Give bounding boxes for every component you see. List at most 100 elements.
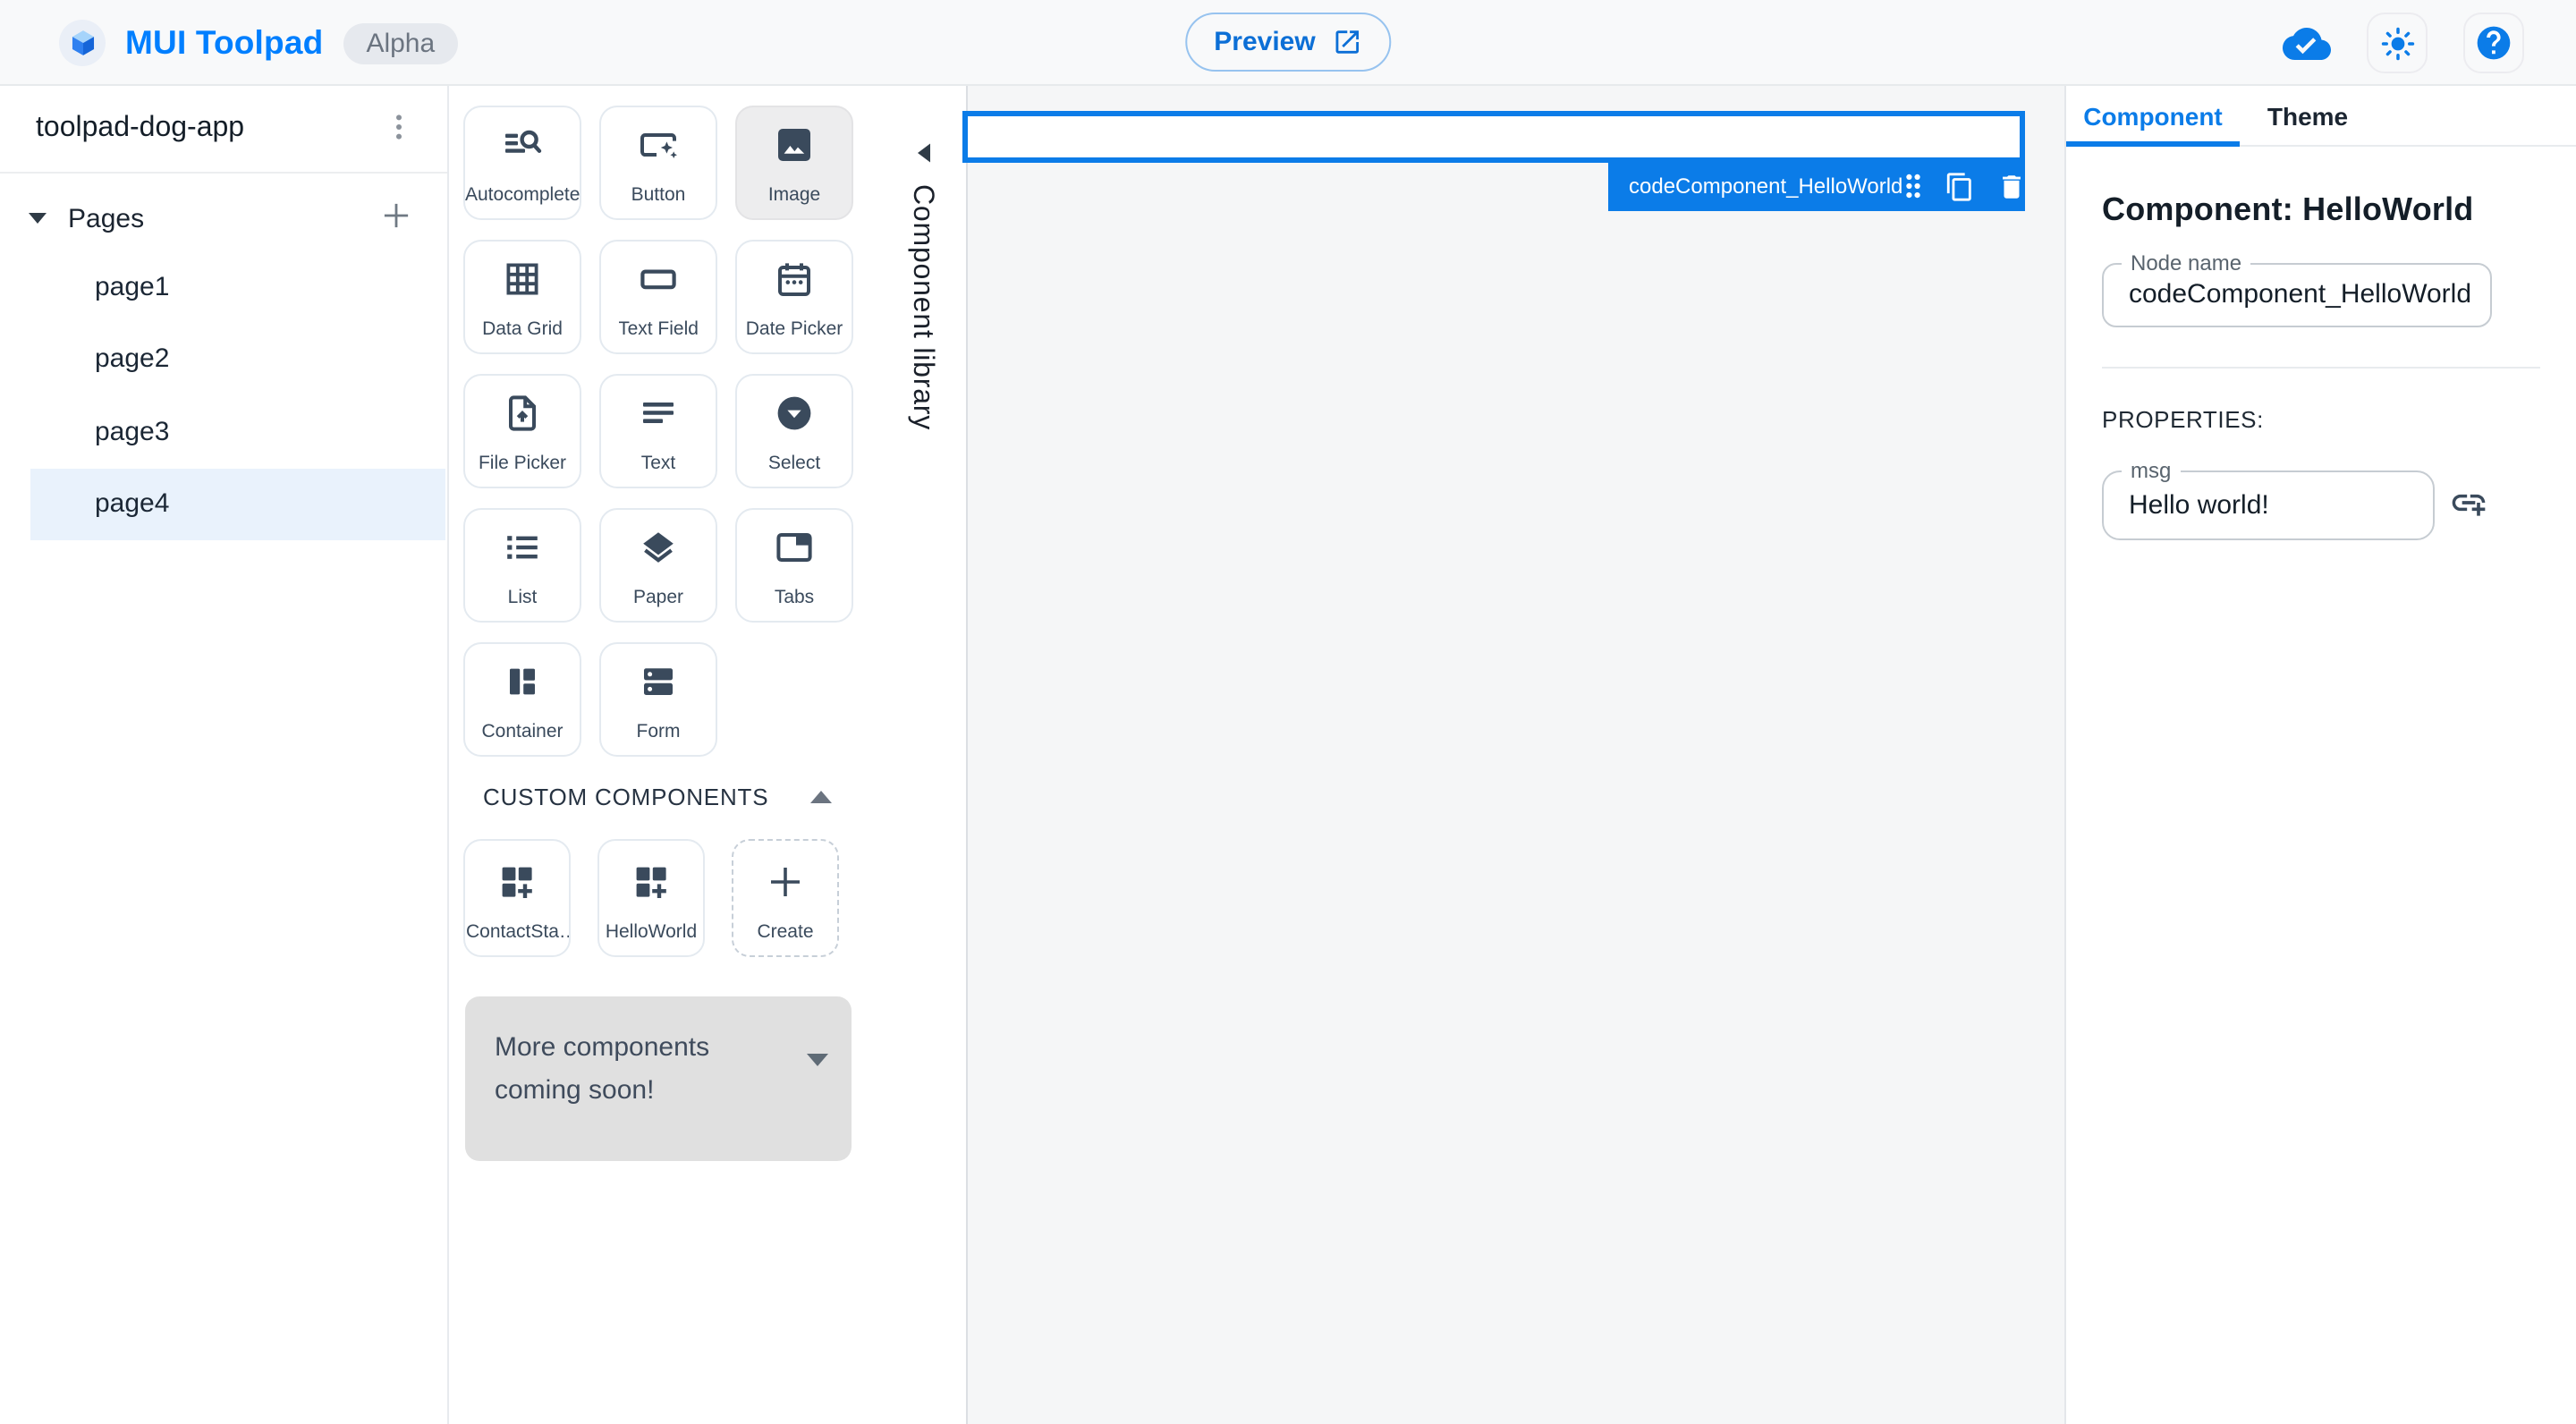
msg-field[interactable]: msg Hello world! <box>2102 458 2435 540</box>
help-button[interactable] <box>2463 13 2524 73</box>
tile-label: Date Picker <box>745 318 843 341</box>
sidebar-item-page3[interactable]: page3 <box>0 395 447 468</box>
drag-handle[interactable] <box>1902 173 1922 201</box>
preview-button-label: Preview <box>1214 27 1316 57</box>
tile-label: Container <box>481 721 564 743</box>
inspector-content: Component: HelloWorld Node name codeComp… <box>2102 147 2540 540</box>
msg-property-row: msg Hello world! <box>2102 458 2540 540</box>
more-components-banner[interactable]: More components coming soon! <box>464 996 851 1161</box>
tile-label: ContactSta… <box>466 920 568 942</box>
pages-label: Pages <box>68 203 145 233</box>
sidebar-item-page2[interactable]: page2 <box>0 323 447 395</box>
sidebar: toolpad-dog-app Pages page1 page2 page3 … <box>0 86 447 1424</box>
component-tile-data-grid[interactable]: Data Grid <box>463 240 581 353</box>
sidebar-item-page4[interactable]: page4 <box>30 468 445 540</box>
canvas[interactable]: codeComponent_HelloWorld <box>962 86 2064 1424</box>
tile-label: Select <box>767 453 821 475</box>
add-link-icon <box>2449 483 2488 528</box>
node-name-label: Node name <box>2122 250 2251 275</box>
inspector-panel: Component Theme Component: HelloWorld No… <box>2064 86 2576 1424</box>
plus-icon <box>377 197 414 240</box>
sidebar-item-page1[interactable]: page1 <box>0 250 447 323</box>
component-tile-button[interactable]: Button <box>599 106 717 219</box>
tile-label: List <box>507 587 538 609</box>
tile-label: Text <box>640 453 676 475</box>
app-menu-button[interactable] <box>374 104 424 154</box>
autocomplete-icon <box>501 124 544 176</box>
component-tile-file-picker[interactable]: File Picker <box>463 374 581 487</box>
tile-label: Tabs <box>774 587 815 609</box>
tile-label: File Picker <box>478 453 566 475</box>
component-tile-text-field[interactable]: Text Field <box>599 240 717 353</box>
smart-button-icon <box>637 124 680 176</box>
app-name-row: toolpad-dog-app <box>0 86 447 174</box>
light-mode-icon <box>2378 24 2416 62</box>
tile-label: Create <box>757 920 814 942</box>
add-page-button[interactable] <box>372 195 419 242</box>
component-tile-autocomplete[interactable]: Autocomplete <box>463 106 581 219</box>
topbar: MUI Toolpad Alpha Preview <box>0 0 2576 86</box>
tabs-icon <box>773 527 816 579</box>
component-tile-form[interactable]: Form <box>599 642 717 756</box>
selected-node-toolbar: codeComponent_HelloWorld <box>1607 162 2024 211</box>
file-picker-icon <box>501 393 544 445</box>
preview-button[interactable]: Preview <box>1185 13 1391 72</box>
tab-theme[interactable]: Theme <box>2240 86 2376 145</box>
component-library-panel: Autocomplete Button Image Data Grid Text… <box>447 86 966 1424</box>
paper-icon <box>637 527 680 579</box>
collapse-triangle-icon[interactable] <box>29 213 47 224</box>
component-tile-helloworld[interactable]: HelloWorld <box>597 839 705 957</box>
library-rail: Component library <box>894 86 966 1424</box>
dashboard-customize-icon <box>630 860 673 911</box>
duplicate-icon[interactable] <box>1944 172 1974 202</box>
theme-toggle-button[interactable] <box>2367 13 2428 73</box>
tile-label: Image <box>767 184 821 207</box>
component-tile-text[interactable]: Text <box>599 374 717 487</box>
component-tile-image[interactable]: Image <box>735 106 853 219</box>
collapse-section-icon[interactable] <box>810 791 832 803</box>
create-component-button[interactable]: Create <box>732 839 839 957</box>
component-tile-contactstatus[interactable]: ContactSta… <box>463 839 571 957</box>
tile-label: Paper <box>632 587 684 609</box>
selected-node-label: codeComponent_HelloWorld <box>1629 174 1903 199</box>
component-tiles: Autocomplete Button Image Data Grid Text… <box>463 106 857 756</box>
more-vert-icon <box>381 108 417 149</box>
dashboard-customize-icon <box>496 860 538 911</box>
node-name-field[interactable]: Node name codeComponent_HelloWorld <box>2102 250 2492 327</box>
expand-banner-icon[interactable] <box>806 1043 827 1075</box>
component-tile-container[interactable]: Container <box>463 642 581 756</box>
custom-components-label: CUSTOM COMPONENTS <box>483 784 769 810</box>
tile-label: Button <box>631 184 686 207</box>
msg-label: msg <box>2122 458 2181 483</box>
date-picker-icon <box>773 259 816 310</box>
component-tile-list[interactable]: List <box>463 508 581 622</box>
selected-component-outline[interactable] <box>962 111 2025 162</box>
tile-label: Autocomplete <box>465 184 580 207</box>
component-tile-paper[interactable]: Paper <box>599 508 717 622</box>
custom-component-tiles: ContactSta… HelloWorld Create <box>463 839 857 957</box>
inspector-tabs: Component Theme <box>2066 86 2576 147</box>
component-tile-tabs[interactable]: Tabs <box>735 508 853 622</box>
add-binding-button[interactable] <box>2449 483 2488 528</box>
image-icon <box>773 124 816 176</box>
tile-label: HelloWorld <box>605 920 698 942</box>
delete-icon[interactable] <box>1996 172 2026 202</box>
tile-label: Form <box>636 721 681 743</box>
pages-section-header[interactable]: Pages <box>0 186 447 250</box>
component-tile-date-picker[interactable]: Date Picker <box>735 240 853 353</box>
tile-label: Text Field <box>618 318 699 341</box>
topbar-actions <box>2283 0 2524 86</box>
component-tile-select[interactable]: Select <box>735 374 853 487</box>
collapse-library-button[interactable] <box>918 141 930 168</box>
tile-label: Data Grid <box>482 318 563 341</box>
banner-text: More components coming soon! <box>495 1032 710 1105</box>
text-icon <box>637 393 680 445</box>
text-field-icon <box>637 259 680 310</box>
open-in-new-icon <box>1332 27 1362 57</box>
app-name: toolpad-dog-app <box>36 113 245 143</box>
section-divider <box>2102 367 2540 369</box>
tab-component[interactable]: Component <box>2066 86 2240 145</box>
plus-icon <box>764 860 807 911</box>
app-title: MUI Toolpad <box>125 23 324 61</box>
cloud-synced-icon <box>2283 19 2331 67</box>
